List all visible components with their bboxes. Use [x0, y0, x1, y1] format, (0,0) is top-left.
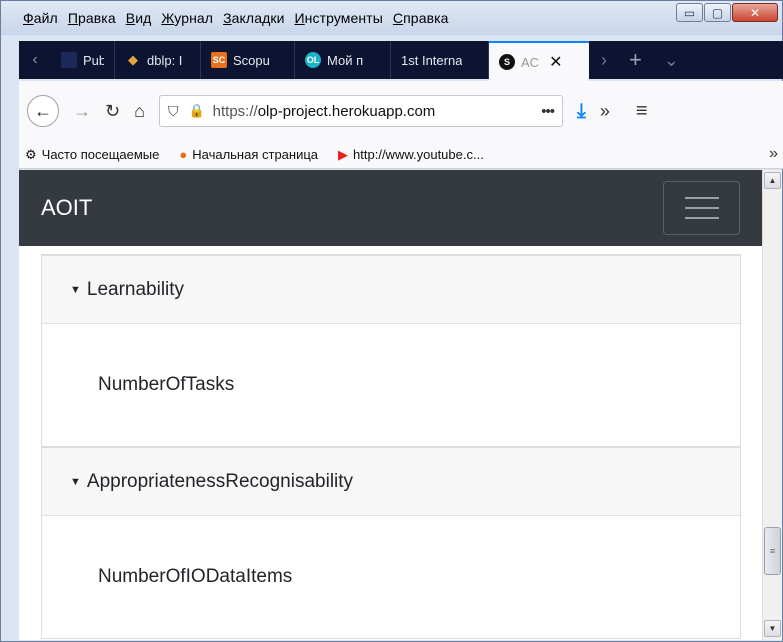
- hamburger-menu-icon[interactable]: ≡: [636, 100, 648, 123]
- bookmark-home-page[interactable]: ● Начальная страница: [179, 147, 318, 162]
- firefox-icon: ●: [179, 147, 188, 162]
- app-navbar: AOIT: [19, 170, 762, 246]
- home-icon[interactable]: ⌂: [134, 101, 145, 122]
- bookmark-youtube[interactable]: ▶ http://www.youtube.c...: [338, 147, 484, 163]
- section-title: AppropriatenessRecognisability: [86, 470, 354, 492]
- page-actions-icon[interactable]: •••: [541, 103, 555, 120]
- lock-icon[interactable]: 🔒: [188, 103, 204, 119]
- youtube-icon: ▶: [338, 146, 349, 162]
- chevron-right-icon[interactable]: ›: [589, 50, 619, 71]
- page-scrollbar[interactable]: ▲ ≡ ▼: [762, 170, 782, 640]
- brand-link[interactable]: AOIT: [41, 195, 92, 221]
- menu-bar: Файл Правка Вид Журнал Закладки Инструме…: [1, 1, 782, 35]
- bookmarks-bar: ⚙ Часто посещаемые ● Начальная страница …: [19, 141, 783, 169]
- menu-file[interactable]: Файл: [23, 10, 58, 26]
- window-controls: ▭ ▢ ✕: [675, 3, 778, 22]
- menu-edit[interactable]: Правка: [68, 10, 116, 26]
- olimp-icon: OL: [305, 52, 321, 68]
- url-bar[interactable]: ⛉ 🔒 https://olp-project.herokuapp.com ••…: [158, 95, 563, 127]
- scroll-thumb[interactable]: ≡: [764, 527, 781, 575]
- symfony-icon: S: [499, 54, 515, 70]
- section-body: NumberOfTasks: [42, 324, 740, 446]
- grip-icon: ≡: [769, 546, 776, 556]
- maximize-icon: ▢: [711, 5, 724, 20]
- tab-publications[interactable]: Publis: [51, 41, 115, 79]
- chevron-down-icon[interactable]: ⌄: [652, 50, 691, 71]
- bookmark-most-visited[interactable]: ⚙ Часто посещаемые: [25, 147, 159, 163]
- download-icon[interactable]: ⤓: [577, 100, 586, 123]
- browser-window: Файл Правка Вид Журнал Закладки Инструме…: [0, 0, 783, 642]
- scroll-down-button[interactable]: ▼: [764, 620, 781, 637]
- menu-items: Файл Правка Вид Журнал Закладки Инструме…: [1, 1, 459, 26]
- metrics-panel: ▼ Learnability NumberOfTasks ▼ Appropria…: [41, 254, 741, 639]
- tab-dblp[interactable]: ◆ dblp: I: [115, 41, 201, 79]
- navigation-toolbar: ← → ↻ ⌂ ⛉ 🔒 https://olp-project.herokuap…: [19, 81, 783, 141]
- close-icon: ✕: [749, 5, 761, 20]
- tab-label: 1st Interna: [401, 52, 463, 68]
- maximize-button[interactable]: ▢: [704, 3, 731, 22]
- dblp-icon: ◆: [128, 52, 138, 67]
- scopus-icon: SC: [211, 52, 227, 68]
- tab-label: dblp: I: [147, 52, 183, 68]
- menu-history[interactable]: Журнал: [161, 10, 213, 26]
- section-body: NumberOfIODataItems: [42, 516, 740, 638]
- shield-icon[interactable]: ⛉: [168, 103, 179, 120]
- navbar-toggler-button[interactable]: [663, 181, 740, 235]
- bookmark-label: Часто посещаемые: [41, 147, 160, 162]
- tab-scopus[interactable]: SC Scopu: [201, 41, 295, 79]
- tab-label: Scopu: [233, 52, 270, 68]
- section-title: Learnability: [86, 278, 185, 300]
- hamburger-icon-line: [684, 217, 719, 219]
- section-header-learnability[interactable]: ▼ Learnability: [42, 254, 740, 324]
- tab-label: Мой п: [327, 52, 364, 68]
- menu-tools[interactable]: Инструменты: [295, 10, 383, 26]
- reload-button[interactable]: ↻: [105, 101, 120, 122]
- arrow-left-icon: ←: [34, 100, 52, 121]
- bookmark-label: http://www.youtube.c...: [353, 147, 484, 162]
- section-header-appropriateness[interactable]: ▼ AppropriatenessRecognisability: [42, 446, 740, 516]
- chevron-left-icon: ‹: [32, 51, 38, 68]
- url-text[interactable]: https://olp-project.herokuapp.com: [213, 103, 536, 120]
- arrow-up-icon: ▲: [768, 176, 777, 185]
- hamburger-icon-line: [684, 207, 719, 209]
- tab-active-aoit[interactable]: S AC ✕: [489, 41, 589, 81]
- caret-down-icon: ▼: [70, 475, 81, 488]
- metric-item[interactable]: NumberOfTasks: [98, 374, 234, 396]
- back-button[interactable]: ←: [27, 95, 59, 127]
- minimize-button[interactable]: ▭: [676, 3, 703, 22]
- menu-view[interactable]: Вид: [126, 10, 152, 26]
- tab-favicon: [61, 52, 77, 68]
- minimize-icon: ▭: [683, 5, 696, 20]
- arrow-down-icon: ▼: [768, 624, 777, 633]
- menu-bookmarks[interactable]: Закладки: [223, 10, 284, 26]
- bookmark-label: Начальная страница: [192, 147, 319, 162]
- new-tab-icon[interactable]: +: [619, 47, 652, 73]
- overflow-chevron-icon[interactable]: »: [600, 101, 610, 122]
- hamburger-icon: [684, 197, 719, 199]
- forward-button[interactable]: →: [73, 101, 91, 122]
- tab-label: AC: [521, 54, 540, 70]
- page-content: AOIT ▼ Learnability NumberOfTasks ▼ Appr…: [19, 170, 762, 640]
- metric-item[interactable]: NumberOfIODataItems: [98, 566, 292, 588]
- gear-icon: ⚙: [25, 146, 37, 162]
- scroll-up-button[interactable]: ▲: [764, 172, 781, 189]
- tab-bar: ‹ Publis ◆ dblp: I SC Scopu OL Мой п 1st…: [19, 41, 783, 81]
- caret-down-icon: ▼: [70, 283, 81, 296]
- tab-my-page[interactable]: OL Мой п: [295, 41, 391, 79]
- tab-scroll-left-button[interactable]: ‹: [19, 41, 51, 79]
- close-tab-icon[interactable]: ✕: [549, 52, 562, 72]
- menu-help[interactable]: Справка: [393, 10, 449, 26]
- bookmarks-overflow-icon[interactable]: »: [769, 145, 778, 163]
- close-window-button[interactable]: ✕: [732, 3, 778, 22]
- tab-1st-international[interactable]: 1st Interna: [391, 41, 489, 79]
- tab-label: Publis: [83, 52, 104, 68]
